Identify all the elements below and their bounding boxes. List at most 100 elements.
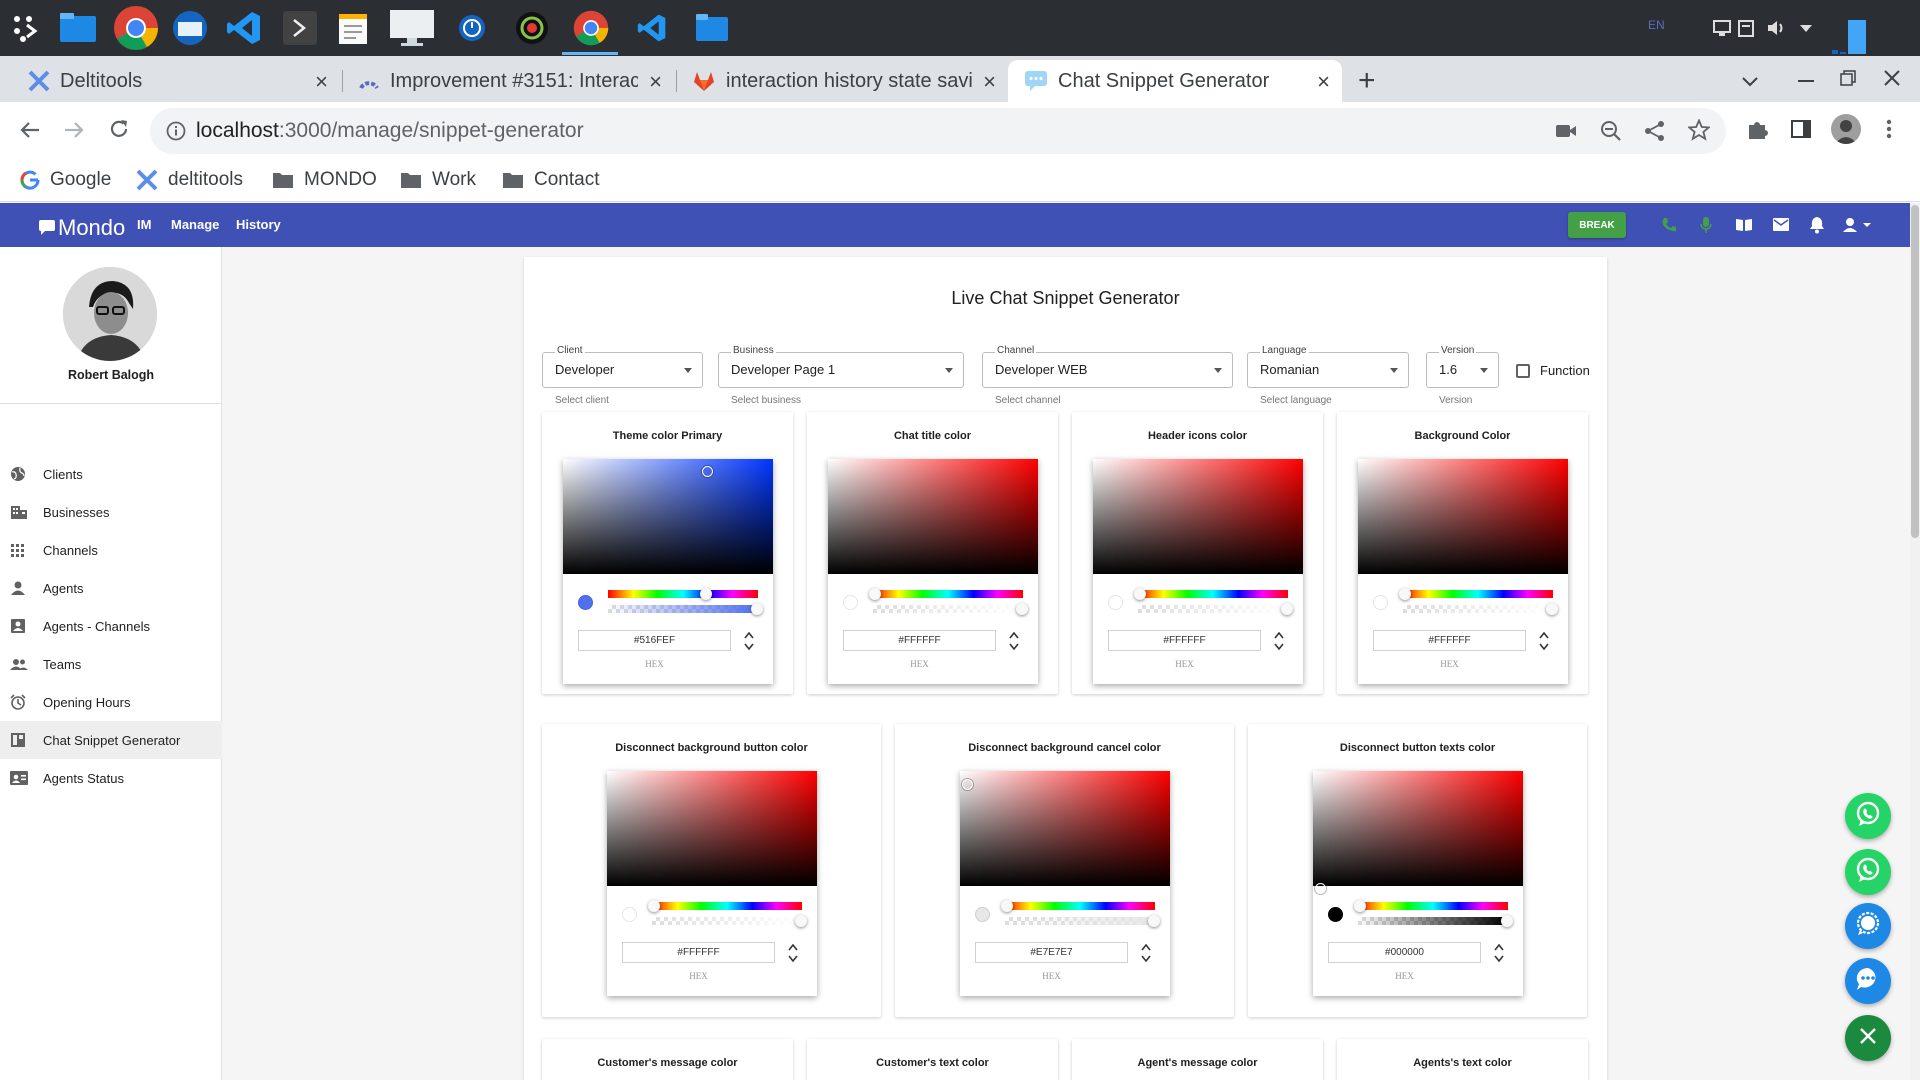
brand-logo[interactable]: Mondo — [38, 213, 125, 241]
format-toggle-icon[interactable] — [1140, 941, 1152, 965]
channel-select[interactable]: Channel Developer WEB Select channel — [982, 345, 1233, 406]
tab-close-icon[interactable]: × — [983, 69, 996, 95]
alpha-slider-handle[interactable] — [1281, 603, 1293, 615]
alpha-slider-handle[interactable] — [795, 915, 807, 927]
break-button[interactable]: BREAK — [1568, 212, 1626, 238]
alpha-slider-handle[interactable] — [1016, 603, 1028, 615]
hue-slider-handle[interactable] — [1399, 588, 1411, 600]
format-toggle-icon[interactable] — [787, 941, 799, 965]
terminal-icon[interactable] — [280, 8, 320, 48]
sidebar-item-clients[interactable]: Clients — [0, 455, 222, 493]
bookmark-contact[interactable]: Contact — [502, 166, 599, 194]
hex-input[interactable]: #E7E7E7 — [975, 942, 1128, 963]
text-editor-icon[interactable] — [334, 8, 374, 48]
format-toggle-icon[interactable] — [1273, 629, 1285, 653]
sidebar-item-chat-snippet-generator[interactable]: Chat Snippet Generator — [0, 721, 222, 759]
app-launcher-icon[interactable] — [6, 8, 46, 48]
tab-deltitools[interactable]: Deltitools × — [10, 60, 340, 102]
saturation-cursor[interactable] — [962, 779, 973, 790]
hue-slider-handle[interactable] — [648, 900, 660, 912]
url-text[interactable]: localhost:3000/manage/snippet-generator — [196, 119, 584, 143]
sidebar-item-opening-hours[interactable]: Opening Hours — [0, 683, 222, 721]
profile-avatar[interactable] — [1831, 114, 1861, 144]
format-toggle-icon[interactable] — [1008, 629, 1020, 653]
forward-arrow-icon[interactable] — [64, 120, 84, 145]
saturation-area[interactable] — [960, 771, 1170, 886]
notifications-bell-icon[interactable] — [1809, 216, 1825, 239]
hue-slider[interactable] — [1134, 588, 1288, 600]
hue-slider[interactable] — [1354, 900, 1508, 912]
camera-app-icon[interactable] — [512, 8, 552, 48]
address-bar[interactable]: localhost:3000/manage/snippet-generator — [150, 108, 1726, 154]
nav-im[interactable]: IM — [137, 217, 151, 232]
format-toggle-icon[interactable] — [1538, 629, 1550, 653]
tab-gitlab[interactable]: interaction history state savi × — [678, 60, 1008, 102]
bookmark-star-icon[interactable] — [1686, 118, 1712, 146]
hue-slider-handle[interactable] — [700, 588, 712, 600]
format-toggle-icon[interactable] — [1493, 941, 1505, 965]
saturation-area[interactable] — [828, 459, 1038, 574]
tab-close-icon[interactable]: × — [315, 69, 328, 95]
side-panel-icon[interactable] — [1790, 118, 1812, 145]
alpha-slider-handle[interactable] — [751, 603, 763, 615]
mail-icon[interactable] — [1773, 218, 1789, 236]
close-fab-button[interactable] — [1845, 1015, 1891, 1061]
hue-slider[interactable] — [608, 588, 758, 600]
sidebar-item-agents-channels[interactable]: Agents - Channels — [0, 607, 222, 645]
site-info-icon[interactable] — [166, 121, 186, 146]
restore-window-icon[interactable] — [1840, 70, 1856, 91]
tab-chat-snippet-generator[interactable]: Chat Snippet Generator × — [1008, 60, 1342, 102]
vscode-icon[interactable] — [224, 8, 264, 48]
sidebar-item-teams[interactable]: Teams — [0, 645, 222, 683]
saturation-area[interactable] — [1358, 459, 1568, 574]
alpha-slider[interactable] — [1138, 603, 1293, 615]
hue-slider-handle[interactable] — [1354, 900, 1366, 912]
function-checkbox[interactable] — [1516, 364, 1530, 378]
book-icon[interactable] — [1735, 218, 1753, 237]
camera-blocked-icon[interactable] — [1555, 122, 1577, 145]
display-icon[interactable] — [388, 8, 436, 48]
nav-history[interactable]: History — [236, 217, 281, 232]
browser-menu-icon[interactable] — [1886, 119, 1892, 144]
minimize-window-icon[interactable] — [1798, 80, 1814, 82]
saturation-area[interactable] — [1093, 459, 1303, 574]
scrollbar-thumb[interactable] — [1911, 205, 1919, 538]
hue-slider[interactable] — [1399, 588, 1553, 600]
hex-input[interactable]: #FFFFFF — [1373, 630, 1526, 651]
format-toggle-icon[interactable] — [743, 629, 755, 653]
saturation-area[interactable] — [607, 771, 817, 886]
hue-slider-handle[interactable] — [1134, 588, 1146, 600]
hue-slider[interactable] — [869, 588, 1023, 600]
alpha-slider[interactable] — [1005, 915, 1160, 927]
whatsapp-button-2[interactable] — [1845, 849, 1891, 895]
phone-icon[interactable] — [1661, 217, 1677, 238]
new-tab-button[interactable]: + — [1358, 64, 1376, 98]
signal-button[interactable] — [1845, 903, 1891, 949]
saturation-area[interactable] — [1313, 771, 1523, 894]
system-monitor-icon[interactable] — [1832, 18, 1868, 54]
alpha-slider-handle[interactable] — [1501, 915, 1513, 927]
tab-close-icon[interactable]: × — [1317, 69, 1330, 95]
bookmark-work[interactable]: Work — [400, 166, 476, 194]
bookmark-deltitools[interactable]: deltitools — [136, 166, 243, 194]
keyboard-layout[interactable]: EN — [1648, 18, 1665, 32]
sidebar-item-businesses[interactable]: Businesses — [0, 493, 222, 531]
clock-app-icon[interactable] — [452, 8, 492, 48]
business-select[interactable]: Business Developer Page 1 Select busines… — [718, 345, 964, 406]
hue-slider[interactable] — [648, 900, 802, 912]
close-window-icon[interactable] — [1884, 70, 1900, 91]
hex-input[interactable]: #516FEF — [578, 630, 731, 651]
language-select[interactable]: Language Romanian Select language — [1247, 345, 1409, 406]
chrome-active-icon[interactable] — [571, 8, 611, 48]
tab-search-chevron-icon[interactable] — [1742, 74, 1758, 92]
client-select[interactable]: Client Developer Select client — [542, 345, 703, 406]
chat-button[interactable] — [1845, 958, 1891, 1004]
nav-manage[interactable]: Manage — [171, 217, 219, 232]
alpha-slider[interactable] — [652, 915, 807, 927]
tab-close-icon[interactable]: × — [649, 69, 662, 95]
hex-input[interactable]: #FFFFFF — [622, 942, 775, 963]
page-scrollbar[interactable] — [1910, 203, 1920, 1080]
hex-input[interactable]: #FFFFFF — [1108, 630, 1261, 651]
saturation-area[interactable] — [563, 459, 773, 574]
back-arrow-icon[interactable] — [20, 120, 40, 145]
